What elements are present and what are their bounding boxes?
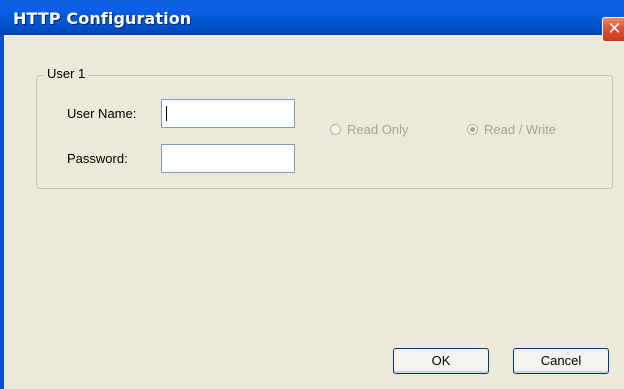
read-only-label: Read Only <box>347 122 409 137</box>
groupbox-label: User 1 <box>44 66 89 82</box>
close-button[interactable]: ✕ <box>602 17 624 42</box>
cancel-button[interactable]: Cancel <box>513 348 609 374</box>
radio-unchecked-icon <box>330 124 341 135</box>
password-input[interactable] <box>161 144 295 173</box>
text-caret <box>166 106 167 121</box>
read-write-radio[interactable]: Read / Write <box>467 122 556 137</box>
title-bar[interactable]: HTTP Configuration <box>0 0 624 35</box>
username-label: User Name: <box>67 106 137 121</box>
window-title: HTTP Configuration <box>13 9 192 28</box>
close-icon: ✕ <box>607 19 622 39</box>
username-input[interactable] <box>161 99 295 128</box>
ok-button[interactable]: OK <box>393 348 489 374</box>
radio-checked-icon <box>467 124 478 135</box>
http-configuration-dialog: HTTP Configuration ✕ User 1 User Name: P… <box>0 0 624 389</box>
read-write-label: Read / Write <box>484 122 557 137</box>
window-frame-left <box>0 35 4 389</box>
password-label: Password: <box>67 151 128 166</box>
read-only-radio[interactable]: Read Only <box>330 122 408 137</box>
